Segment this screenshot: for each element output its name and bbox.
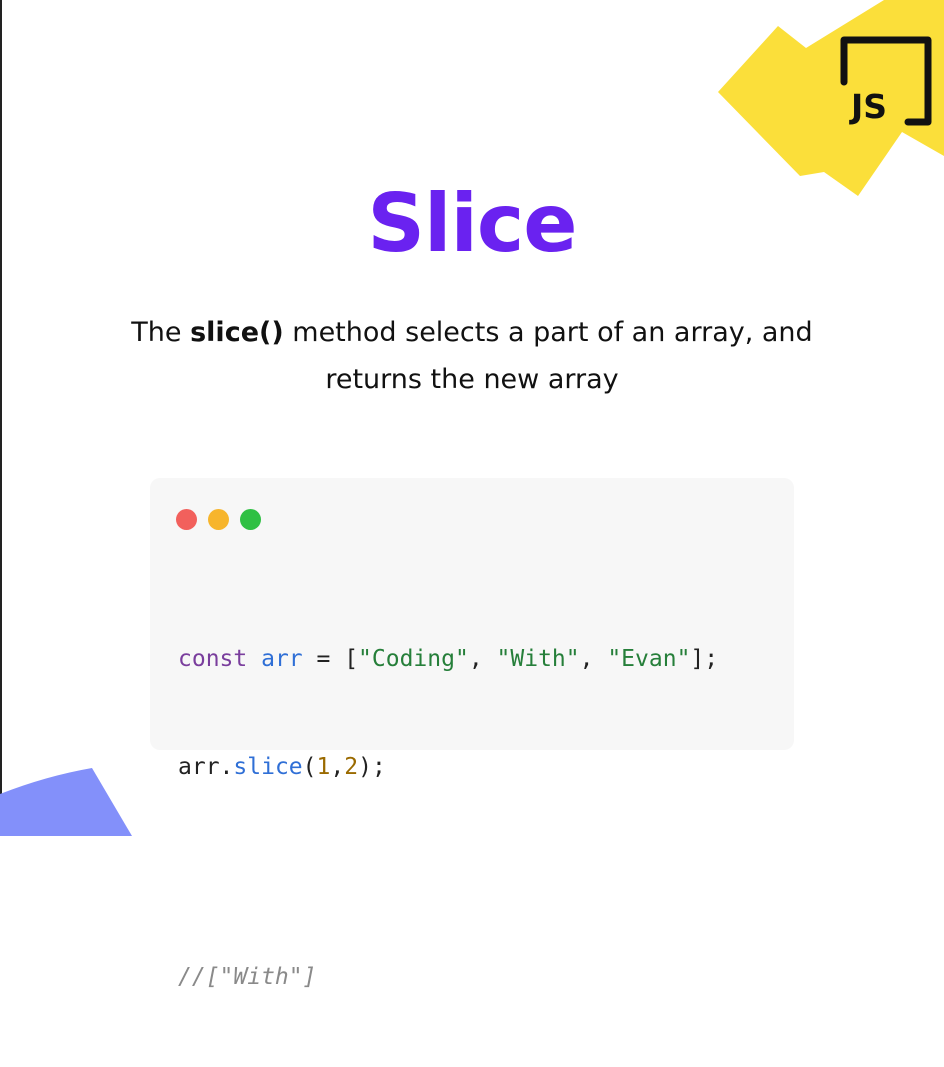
code-line-end: ]; — [690, 646, 719, 672]
code-operator: = [ — [302, 646, 359, 672]
close-dot-icon — [176, 509, 197, 530]
code-line-1: const arr = ["Coding", "With", "Evan"]; — [178, 641, 718, 677]
code-block: const arr = ["Coding", "With", "Evan"]; … — [178, 569, 718, 1067]
code-comment: //["With"] — [178, 964, 317, 990]
code-separator-2: , — [579, 646, 608, 672]
description-suffix: method selects a part of an array, and r… — [283, 317, 813, 395]
code-string-3: "Evan" — [607, 646, 691, 672]
description-text: The slice() method selects a part of an … — [80, 309, 864, 403]
blue-decoration-shape — [0, 768, 132, 836]
code-string-1: "Coding" — [358, 646, 469, 672]
code-dot: . — [219, 754, 234, 780]
code-object: arr — [178, 754, 220, 780]
code-separator-1: , — [468, 646, 497, 672]
page-title: Slice — [367, 176, 577, 270]
code-keyword: const — [178, 646, 248, 672]
minimize-dot-icon — [208, 509, 229, 530]
window-controls — [176, 509, 261, 530]
description-prefix: The — [131, 317, 191, 348]
code-arg-1: 1 — [316, 754, 331, 780]
code-string-2: "With" — [496, 646, 580, 672]
code-arg-2: 2 — [344, 754, 359, 780]
code-open-paren: ( — [302, 754, 317, 780]
code-line-2: arr.slice(1,2); — [178, 749, 718, 785]
description-method: slice() — [190, 317, 284, 348]
code-window: const arr = ["Coding", "With", "Evan"]; … — [150, 478, 794, 990]
code-line-3: //["With"] — [178, 959, 718, 995]
code-variable: arr — [261, 646, 303, 672]
code-comma: , — [330, 754, 345, 780]
code-method: slice — [233, 754, 303, 780]
javascript-logo-icon: JS — [840, 36, 932, 126]
logo-text: JS — [849, 87, 887, 126]
maximize-dot-icon — [240, 509, 261, 530]
code-close-paren: ); — [358, 754, 386, 780]
